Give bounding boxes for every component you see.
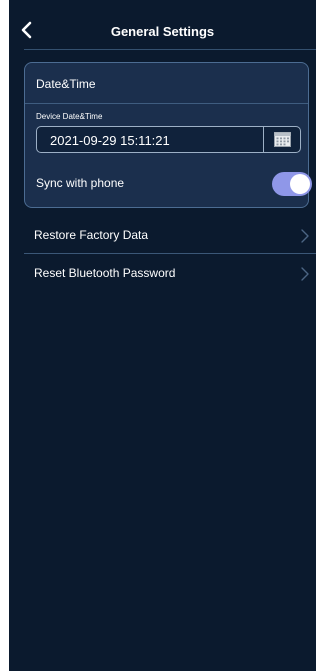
device-datetime-label: Device Date&Time [36, 112, 103, 121]
header: General Settings [9, 0, 316, 51]
restore-factory-data-item[interactable]: Restore Factory Data [24, 217, 316, 254]
device-datetime-value: 2021-09-29 15:11:21 [50, 133, 170, 148]
datetime-card-title: Date&Time [36, 77, 96, 91]
menu-divider [24, 253, 316, 254]
sync-with-phone-toggle[interactable] [272, 172, 312, 196]
calendar-icon[interactable] [274, 132, 291, 147]
restore-factory-data-label: Restore Factory Data [34, 228, 149, 242]
reset-bluetooth-password-item[interactable]: Reset Bluetooth Password [24, 255, 316, 292]
chevron-right-icon [301, 229, 309, 243]
settings-screen: General Settings Date&Time Device Date&T… [9, 0, 316, 671]
device-datetime-field[interactable]: 2021-09-29 15:11:21 [36, 126, 301, 153]
header-divider [24, 49, 316, 50]
sync-with-phone-label: Sync with phone [36, 176, 125, 190]
datetime-card: Date&Time Device Date&Time 2021-09-29 15… [24, 62, 312, 208]
datetime-card-header: Date&Time [25, 63, 308, 104]
field-divider [263, 127, 264, 152]
toggle-knob [290, 174, 310, 194]
page-title: General Settings [110, 24, 215, 39]
reset-bluetooth-password-label: Reset Bluetooth Password [34, 266, 176, 280]
chevron-right-icon [301, 267, 309, 281]
